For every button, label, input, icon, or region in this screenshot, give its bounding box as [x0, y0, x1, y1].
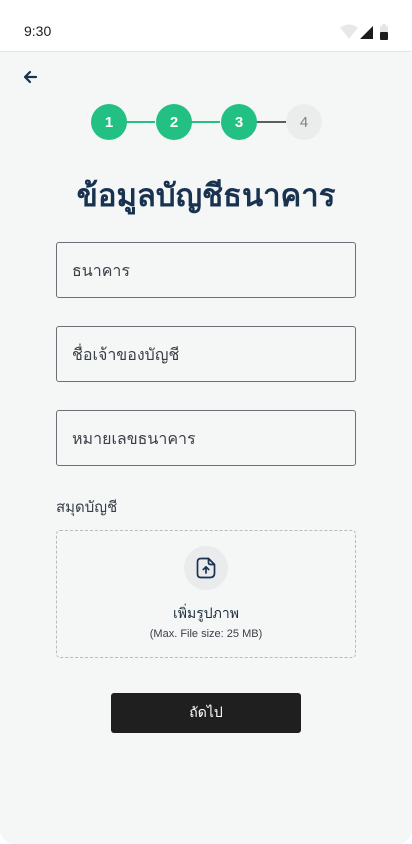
status-icons	[340, 24, 388, 40]
step-3: 3	[221, 104, 257, 140]
image-upload-dropzone[interactable]: เพิ่มรูปภาพ (Max. File size: 25 MB)	[56, 530, 356, 658]
step-4: 4	[286, 104, 322, 140]
step-1: 1	[91, 104, 127, 140]
battery-icon	[380, 24, 388, 40]
step-connector	[256, 121, 286, 123]
step-connector	[126, 121, 155, 123]
arrow-left-icon	[23, 70, 38, 84]
status-time: 9:30	[24, 23, 52, 39]
account-number-field[interactable]	[56, 410, 356, 466]
step-connector	[191, 121, 220, 123]
screen: 9:30 1 2 3 4 ข้อมูลบัญชีธนาคาร ธนาคาร ชื…	[0, 0, 412, 844]
bank-field[interactable]	[56, 242, 356, 298]
cellular-signal-icon	[360, 26, 373, 39]
step-2: 2	[156, 104, 192, 140]
next-button[interactable]: ถัดไป	[111, 693, 301, 733]
upload-icon-badge	[184, 546, 228, 590]
upload-size-hint: (Max. File size: 25 MB)	[149, 628, 263, 640]
wifi-icon	[340, 24, 358, 39]
status-bar: 9:30	[0, 0, 412, 52]
file-upload-icon	[196, 557, 216, 579]
upload-label: สมุดบัญชี	[56, 498, 118, 516]
page-title: ข้อมูลบัญชีธนาคาร	[76, 178, 336, 214]
progress-stepper: 1 2 3 4	[90, 104, 322, 140]
back-button[interactable]	[20, 66, 42, 88]
account-name-field[interactable]	[56, 326, 356, 382]
upload-title: เพิ่มรูปภาพ	[173, 606, 239, 622]
